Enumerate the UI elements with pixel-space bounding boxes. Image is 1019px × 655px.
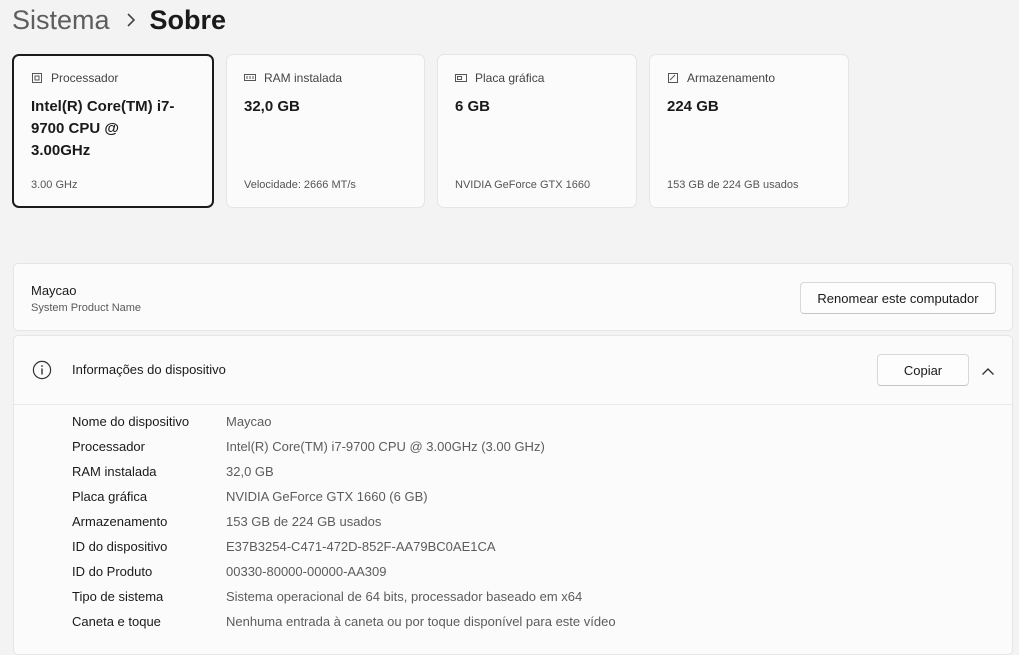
spec-label: ID do Produto (72, 564, 153, 579)
spec-value: Maycao (226, 414, 272, 429)
breadcrumb: Sistema Sobre (12, 2, 226, 38)
card-processor-title: Processador (51, 71, 119, 85)
chevron-up-icon[interactable] (981, 364, 995, 375)
spec-value: NVIDIA GeForce GTX 1660 (6 GB) (226, 489, 428, 504)
card-graphics-title: Placa gráfica (475, 71, 545, 85)
breadcrumb-parent-sistema[interactable]: Sistema (12, 5, 110, 36)
card-ram[interactable]: RAM instalada 32,0 GB Velocidade: 2666 M… (226, 54, 425, 208)
card-processor-sub: 3.00 GHz (31, 179, 78, 191)
device-info-panel: Informações do dispositivo Copiar Nome d… (13, 335, 1013, 655)
card-ram-value: 32,0 GB (244, 98, 300, 115)
copy-button[interactable]: Copiar (877, 354, 969, 386)
chevron-right-icon (126, 13, 136, 27)
product-name-row: Maycao System Product Name Renomear este… (13, 263, 1013, 331)
spec-value: Sistema operacional de 64 bits, processa… (226, 589, 583, 604)
spec-value: 32,0 GB (226, 464, 274, 479)
spec-value: E37B3254-C471-472D-852F-AA79BC0AE1CA (226, 539, 496, 554)
device-info-title: Informações do dispositivo (72, 362, 226, 377)
spec-label: RAM instalada (72, 464, 157, 479)
card-ram-header: RAM instalada (244, 71, 342, 85)
device-info-header[interactable]: Informações do dispositivo Copiar (14, 336, 1012, 405)
graphics-card-icon (455, 72, 467, 84)
spec-label: Processador (72, 439, 145, 454)
card-storage-value: 224 GB (667, 98, 719, 115)
card-storage-sub: 153 GB de 224 GB usados (667, 179, 799, 191)
spec-value: 153 GB de 224 GB usados (226, 514, 382, 529)
storage-drive-icon (667, 72, 679, 84)
spec-label: Caneta e toque (72, 614, 161, 629)
system-product-name: System Product Name (31, 302, 142, 314)
card-graphics-header: Placa gráfica (455, 71, 544, 85)
card-storage-title: Armazenamento (687, 71, 776, 85)
card-processor-header: Processador (31, 71, 118, 85)
card-ram-sub: Velocidade: 2666 MT/s (244, 179, 356, 191)
card-processor-value: Intel(R) Core(TM) i7-9700 CPU @ 3.00GHz (31, 98, 175, 159)
card-graphics-value: 6 GB (455, 98, 491, 115)
spec-value: Nenhuma entrada à caneta ou por toque di… (226, 614, 616, 629)
rename-computer-button[interactable]: Renomear este computador (800, 282, 996, 314)
spec-label: Nome do dispositivo (72, 414, 190, 429)
card-graphics[interactable]: Placa gráfica 6 GB NVIDIA GeForce GTX 16… (437, 54, 637, 208)
processor-chip-icon (31, 72, 43, 84)
ram-icon (244, 72, 256, 84)
spec-label: Placa gráfica (72, 489, 148, 504)
card-storage[interactable]: Armazenamento 224 GB 153 GB de 224 GB us… (649, 54, 849, 208)
card-storage-header: Armazenamento (667, 71, 775, 85)
card-ram-title: RAM instalada (264, 71, 343, 85)
spec-value: Intel(R) Core(TM) i7-9700 CPU @ 3.00GHz … (226, 439, 545, 454)
spec-label: Tipo de sistema (72, 589, 164, 604)
page-title: Sobre (149, 4, 227, 35)
info-icon (32, 360, 52, 380)
card-processor[interactable]: Processador Intel(R) Core(TM) i7-9700 CP… (12, 54, 214, 208)
device-name: Maycao (31, 283, 77, 298)
spec-label: Armazenamento (72, 514, 168, 529)
card-graphics-sub: NVIDIA GeForce GTX 1660 (455, 179, 591, 191)
spec-value: 00330-80000-00000-AA309 (226, 564, 387, 579)
spec-label: ID do dispositivo (72, 539, 168, 554)
